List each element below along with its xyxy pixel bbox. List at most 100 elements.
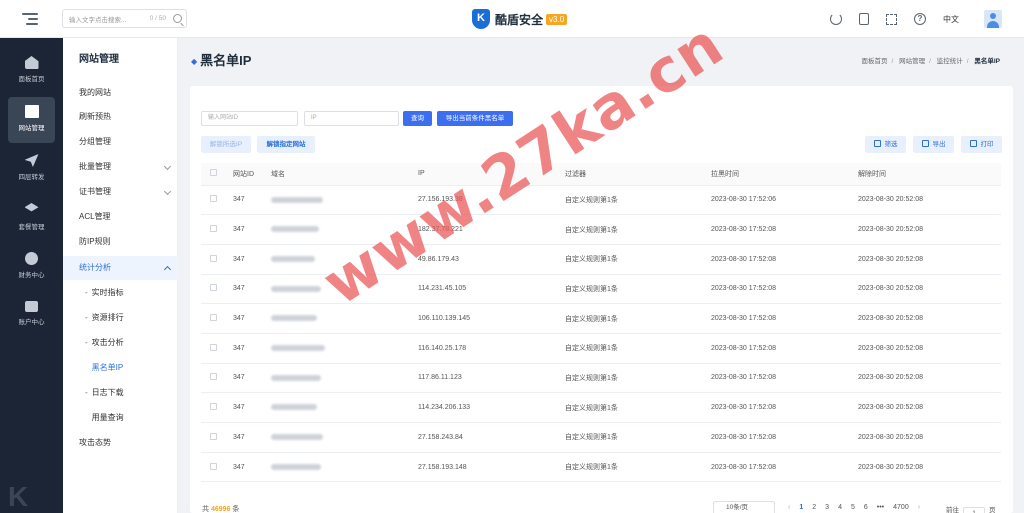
cell-filter: 自定义规则第1条 — [565, 274, 711, 305]
page-number[interactable]: 4 — [838, 504, 842, 511]
search-icon[interactable] — [173, 14, 182, 23]
rail-item-l4-forward[interactable]: 四层转发 — [0, 146, 63, 192]
cell-site-id: 347 — [233, 185, 271, 216]
cell-release-time: 2023-08-30 20:52:08 — [858, 392, 1001, 423]
rail-label: 套餐管理 — [18, 224, 45, 231]
rail-item-site-management[interactable]: 网站管理 — [8, 97, 55, 143]
language-switch[interactable]: 中文 — [943, 14, 959, 25]
row-checkbox[interactable] — [210, 432, 217, 440]
cell-release-time: 2023-08-30 20:52:08 — [858, 274, 1001, 305]
menu-item-realtime[interactable]: - 实时指标 — [63, 281, 178, 305]
row-checkbox[interactable] — [210, 403, 217, 411]
row-checkbox[interactable] — [210, 462, 217, 470]
ip-input[interactable]: IP — [304, 111, 399, 126]
help-icon[interactable]: ? — [914, 13, 926, 25]
row-checkbox[interactable] — [210, 373, 217, 381]
export-icon — [921, 140, 929, 147]
menu-item-statistics[interactable]: 统计分析 — [63, 256, 178, 280]
page-number[interactable]: 5 — [851, 504, 855, 511]
cell-domain — [271, 452, 418, 483]
rail-item-dashboard[interactable]: 面板首页 — [0, 48, 63, 94]
rail-item-finance[interactable]: 财务中心 — [0, 244, 63, 290]
redacted-domain — [271, 374, 321, 381]
fullscreen-icon[interactable] — [886, 13, 897, 25]
rail-label: 面板首页 — [18, 76, 45, 83]
cell-domain — [271, 333, 418, 364]
goto-page-input[interactable]: 1 — [963, 507, 985, 513]
row-checkbox[interactable] — [210, 225, 217, 233]
rail-item-packages[interactable]: 套餐管理 — [0, 195, 63, 241]
menu-item-attack-analysis[interactable]: - 攻击分析 — [63, 331, 178, 355]
site-id-input[interactable]: 输入网站ID — [201, 111, 298, 126]
rail-item-account[interactable]: 账户中心 — [0, 293, 63, 339]
menu-item-log-download[interactable]: - 日志下载 — [63, 381, 178, 405]
row-checkbox[interactable] — [210, 343, 217, 351]
unblock-selected-button[interactable]: 解锁所选IP — [201, 136, 251, 153]
avatar[interactable] — [984, 10, 1002, 28]
col-release-time: 解除时间 — [858, 163, 1001, 186]
col-site-id: 网站ID — [233, 163, 271, 186]
prev-page-icon[interactable]: ‹ — [788, 504, 790, 511]
row-checkbox[interactable] — [210, 254, 217, 262]
cell-ip: 114.234.206.133 — [418, 392, 565, 423]
menu-item-certificates[interactable]: 证书管理 — [63, 180, 178, 204]
query-button[interactable]: 查询 — [403, 111, 432, 126]
breadcrumb-item[interactable]: 监控统计 — [937, 58, 963, 65]
cell-blocked-time: 2023-08-30 17:52:08 — [711, 363, 858, 394]
menu-item-blacklist-ip[interactable]: -黑名单IP — [63, 356, 178, 380]
cell-domain — [271, 214, 418, 245]
cell-ip: 114.231.45.105 — [418, 274, 565, 305]
menu-item-ranking[interactable]: - 资源排行 — [63, 306, 178, 330]
page-number[interactable]: ••• — [877, 504, 884, 511]
row-checkbox[interactable] — [210, 284, 217, 292]
redacted-domain — [271, 255, 315, 262]
menu-item-usage[interactable]: -用量查询 — [63, 406, 178, 430]
cell-release-time: 2023-08-30 20:52:08 — [858, 422, 1001, 453]
menu-item-refresh-preload[interactable]: 刷新预热 — [63, 105, 178, 129]
menu-item-batch[interactable]: 批量管理 — [63, 155, 178, 179]
refresh-icon[interactable] — [830, 13, 842, 25]
top-header: 输入文字点击搜索... 0 / 50 K 酷盾安全 v3.0 ? 中文 — [0, 0, 1024, 38]
menu-item-acl[interactable]: ACL管理 — [63, 205, 178, 229]
page-number[interactable]: 1 — [799, 504, 803, 511]
print-button[interactable]: 打印 — [961, 136, 1002, 153]
cell-filter: 自定义规则第1条 — [565, 303, 711, 334]
total-count: 共 46996 条 — [202, 506, 240, 513]
redacted-domain — [271, 463, 321, 470]
filter-button[interactable]: 筛选 — [865, 136, 906, 153]
menu-item-ip-rules[interactable]: 防IP规则 — [63, 230, 178, 254]
cell-release-time: 2023-08-30 20:52:08 — [858, 214, 1001, 245]
page-number[interactable]: 6 — [864, 504, 868, 511]
menu-item-attack-trend[interactable]: 攻击态势 — [63, 431, 178, 455]
row-checkbox[interactable] — [210, 314, 217, 322]
select-all-checkbox[interactable] — [210, 169, 217, 177]
row-checkbox[interactable] — [210, 195, 217, 203]
document-icon[interactable] — [859, 13, 869, 25]
menu-label: 日志下载 — [91, 388, 124, 397]
cell-ip: 106.110.139.145 — [418, 303, 565, 334]
menu-item-groups[interactable]: 分组管理 — [63, 130, 178, 154]
cell-filter: 自定义规则第1条 — [565, 422, 711, 453]
menu-label: 批量管理 — [79, 162, 111, 171]
brand-name: 酷盾安全 — [495, 12, 544, 27]
breadcrumb-item[interactable]: 网站管理 — [899, 58, 925, 65]
cell-site-id: 347 — [233, 333, 271, 364]
export-button[interactable]: 导出 — [913, 136, 954, 153]
breadcrumb-item[interactable]: 面板首页 — [861, 58, 887, 65]
menu-label: 资源排行 — [91, 313, 124, 322]
redacted-domain — [271, 315, 317, 322]
global-search-input[interactable]: 输入文字点击搜索... 0 / 50 — [62, 9, 187, 28]
filter-icon — [873, 140, 881, 147]
page-number[interactable]: 3 — [825, 504, 829, 511]
export-condition-button[interactable]: 导出当前条件黑名单 — [437, 111, 513, 126]
page-number[interactable]: 4700 — [893, 504, 909, 511]
next-page-icon[interactable]: › — [918, 504, 920, 511]
page-number[interactable]: 2 — [812, 504, 816, 511]
menu-item-my-sites[interactable]: 我的网站 — [63, 81, 178, 105]
menu-toggle-icon[interactable] — [22, 12, 38, 25]
print-icon — [969, 140, 977, 147]
page-size-select[interactable]: 10条/页 — [713, 501, 775, 513]
table-row: 347 27.156.193.38 自定义规则第1条 2023-08-30 17:52… — [201, 185, 1001, 216]
cell-blocked-time: 2023-08-30 17:52:08 — [711, 274, 858, 305]
unblock-site-button[interactable]: 解锁指定网站 — [257, 136, 315, 153]
